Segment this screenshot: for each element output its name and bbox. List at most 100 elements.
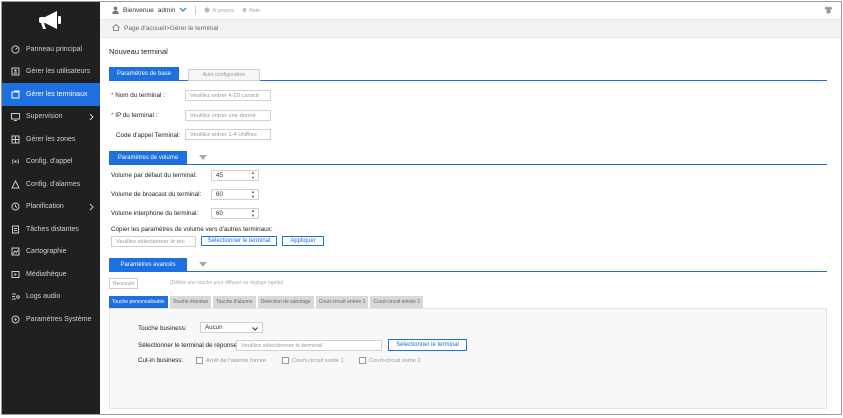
username: admin: [157, 7, 176, 14]
response-terminal-label: Sélectionner le terminal de réponse :: [138, 342, 241, 349]
tab-auto-configuration[interactable]: Auto configuration: [188, 69, 260, 81]
tab-basic-settings[interactable]: Paramètres de base: [109, 67, 179, 80]
response-terminal-input[interactable]: Veuillez sélectionner le terminal: [236, 340, 382, 351]
sidebar-item-taches[interactable]: Tâches distantes: [2, 218, 100, 241]
map-icon: [11, 247, 20, 256]
checkbox[interactable]: [359, 357, 366, 364]
sidebar-item-panneau[interactable]: Panneau principal: [2, 38, 100, 61]
chevron-right-icon: [89, 203, 94, 213]
response-select-terminal-button[interactable]: Sélectionner le terminal: [388, 339, 467, 351]
checkbox[interactable]: [282, 357, 289, 364]
sidebar-item-supervision[interactable]: Supervision: [2, 106, 100, 129]
intercom-volume-value: 60: [216, 210, 223, 217]
top-bar: Bienvenue admin A propos Aide: [100, 2, 841, 20]
advanced-section-header[interactable]: Paramètres avancés: [109, 258, 187, 271]
business-key-value: Aucun: [205, 324, 223, 331]
chevron-down-icon: [252, 326, 258, 333]
sidebar-item-cartographie[interactable]: Cartographie: [2, 241, 100, 264]
broadcast-volume-stepper[interactable]: 60 ▲ ▼: [211, 189, 259, 200]
breadcrumb-text[interactable]: Page d'accueil>Gérer le terminal: [124, 25, 218, 32]
logo: [2, 2, 100, 38]
terminal-icon: [11, 90, 20, 99]
sidebar-item-label: Logs audio: [26, 293, 61, 301]
sidebar-item-mediatheque[interactable]: Médiathèque: [2, 263, 100, 286]
sidebar-item-planification[interactable]: Planification: [2, 196, 100, 219]
sidebar: Panneau principal Gérer les utilisateurs…: [2, 2, 100, 414]
cutin-option-output-1[interactable]: Court-circuit sortie 1: [282, 357, 344, 364]
zones-icon: [11, 135, 20, 144]
default-volume-stepper[interactable]: 45 ▲ ▼: [211, 170, 259, 181]
media-icon: [11, 270, 20, 279]
checkbox[interactable]: [196, 357, 203, 364]
terminal-code-label: Code d'appel Terminal:: [116, 132, 181, 139]
broadcast-volume-label: Volume de broacast du terminal:: [111, 191, 202, 198]
subtab-input-1[interactable]: Court-circuit entrée 1: [315, 296, 369, 308]
sidebar-item-utilisateurs[interactable]: Gérer les utilisateurs: [2, 61, 100, 84]
copy-terminal-input[interactable]: Veuillez sélectionner le teri: [111, 236, 196, 247]
sidebar-item-label: Gérer les utilisateurs: [26, 68, 91, 76]
settings-icon: [11, 315, 20, 324]
user-icon: [112, 6, 119, 16]
sidebar-item-label: Cartographie: [26, 248, 67, 256]
broadcast-volume-value: 60: [216, 191, 223, 198]
cutin-option-output-2[interactable]: Court-circuit sortie 2: [359, 357, 421, 364]
basic-tabbar: Paramètres de base Auto configuration: [109, 67, 827, 81]
sidebar-item-label: Config. d'alarmes: [26, 180, 81, 188]
advanced-tabbar: Paramètres avancés: [109, 258, 827, 272]
terminal-name-label: * Nom du terminal :: [111, 92, 165, 99]
apply-button[interactable]: Appliquer: [282, 236, 324, 246]
sidebar-item-label: Planification: [26, 203, 64, 211]
subtab-alarm-key[interactable]: Touche d'alarme: [213, 296, 256, 308]
sidebar-item-label: Gérer les terminaux: [26, 90, 88, 98]
alarm-icon: [11, 179, 20, 189]
subtab-custom-key[interactable]: Touche personnalisable: [109, 296, 168, 308]
cutin-option-label: Arrêt de l'alarme forcée: [206, 357, 267, 364]
help-link[interactable]: Aide: [242, 7, 260, 15]
sidebar-item-parametres[interactable]: Paramètres Système: [2, 308, 100, 331]
breadcrumb: Page d'accueil>Gérer le terminal: [100, 20, 841, 38]
about-link[interactable]: A propos: [204, 6, 234, 15]
sidebar-item-zones[interactable]: Gérer les zones: [2, 128, 100, 151]
sidebar-item-alarmes[interactable]: Config. d'alarmes: [2, 173, 100, 196]
subtab-input-2[interactable]: Court-circuit entrée 2: [370, 296, 424, 308]
volume-tabbar: Paramètres de volume: [109, 151, 827, 165]
terminal-ip-input[interactable]: Veuillez entrer une donné: [185, 110, 271, 121]
divider: [195, 6, 197, 15]
dashboard-icon: [11, 45, 20, 54]
stepper-arrows-icon[interactable]: ▲ ▼: [251, 209, 255, 218]
intercom-volume-stepper[interactable]: 60 ▲ ▼: [211, 208, 259, 219]
sidebar-item-appel[interactable]: Config. d'appel: [2, 151, 100, 174]
custom-key-panel: Touche business: Aucun Sélectionner le t…: [109, 308, 827, 409]
call-icon: [11, 157, 20, 166]
logs-icon: [11, 292, 20, 301]
collapse-arrow-icon[interactable]: [199, 262, 207, 267]
terminal-name-input[interactable]: Veuillez entrer 4-20 caracti: [185, 90, 271, 101]
shirt-icon[interactable]: [824, 6, 833, 16]
page-title: Nouveau terminal: [109, 47, 168, 56]
terminal-ip-label: * IP du terminal :: [111, 112, 158, 119]
megaphone-icon: [39, 11, 61, 29]
subtab-tamper-detection[interactable]: Détection de sabotage: [257, 296, 314, 308]
terminal-code-input[interactable]: Veuillez entrer 1-4 chiffres: [185, 129, 271, 140]
copy-volume-label: Copier les paramètres de volume vers d'a…: [111, 226, 273, 233]
reset-button[interactable]: Recouvrir: [109, 278, 139, 289]
business-key-select[interactable]: Aucun: [200, 322, 263, 333]
app-window: Panneau principal Gérer les utilisateurs…: [1, 1, 842, 415]
sidebar-item-logs[interactable]: Logs audio: [2, 286, 100, 309]
home-icon[interactable]: [112, 23, 120, 33]
chevron-right-icon: [89, 113, 94, 123]
collapse-arrow-icon[interactable]: [199, 155, 207, 160]
stepper-arrows-icon[interactable]: ▲ ▼: [251, 171, 255, 180]
sidebar-item-label: Panneau principal: [26, 45, 83, 53]
sidebar-item-terminaux[interactable]: Gérer les terminaux: [2, 83, 100, 106]
subtab-extended-key[interactable]: Touche étendue: [169, 296, 212, 308]
stepper-arrows-icon[interactable]: ▲ ▼: [251, 190, 255, 199]
sidebar-item-label: Tâches distantes: [26, 225, 79, 233]
select-terminal-button[interactable]: Sélectionner le terminal: [201, 236, 277, 246]
advanced-subtabs: Touche personnalisable Touche étendue To…: [109, 296, 425, 308]
sidebar-item-label: Supervision: [26, 113, 63, 121]
cutin-option-forced-alarm[interactable]: Arrêt de l'alarme forcée: [196, 357, 266, 364]
volume-section-header[interactable]: Paramètres de volume: [109, 151, 187, 164]
sidebar-item-label: Config. d'appel: [26, 158, 73, 166]
user-menu[interactable]: Bienvenue admin: [112, 6, 187, 16]
